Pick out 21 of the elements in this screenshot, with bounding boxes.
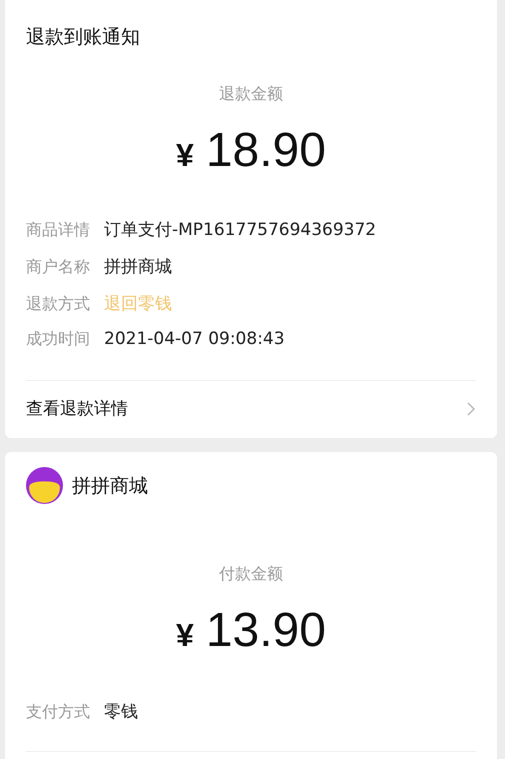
currency-symbol: ¥	[176, 617, 194, 654]
field-label: 支付方式	[26, 702, 90, 723]
amount-label: 退款金额	[219, 84, 283, 105]
amount-label: 付款金额	[219, 564, 283, 585]
field-value: 退回零钱	[104, 293, 172, 315]
field-label: 退款方式	[26, 294, 90, 315]
merchant-name: 拼拼商城	[72, 474, 148, 498]
field-label: 商品详情	[26, 220, 90, 241]
refund-details-link[interactable]: 查看退款详情	[26, 397, 476, 420]
chevron-right-icon	[466, 400, 476, 416]
field-label: 商户名称	[26, 257, 90, 278]
card-title: 退款到账通知	[26, 25, 140, 50]
field-value: 拼拼商城	[104, 256, 172, 278]
currency-symbol: ¥	[176, 137, 194, 174]
field-label: 成功时间	[26, 329, 90, 350]
field-value: 订单支付-MP1617757694369372	[104, 219, 376, 241]
amount-value: 18.90	[206, 123, 326, 178]
field-value: 2021-04-07 09:08:43	[104, 329, 285, 349]
field-value: 零钱	[104, 701, 138, 723]
amount-value: 13.90	[206, 603, 326, 658]
avatar-icon	[26, 467, 63, 504]
